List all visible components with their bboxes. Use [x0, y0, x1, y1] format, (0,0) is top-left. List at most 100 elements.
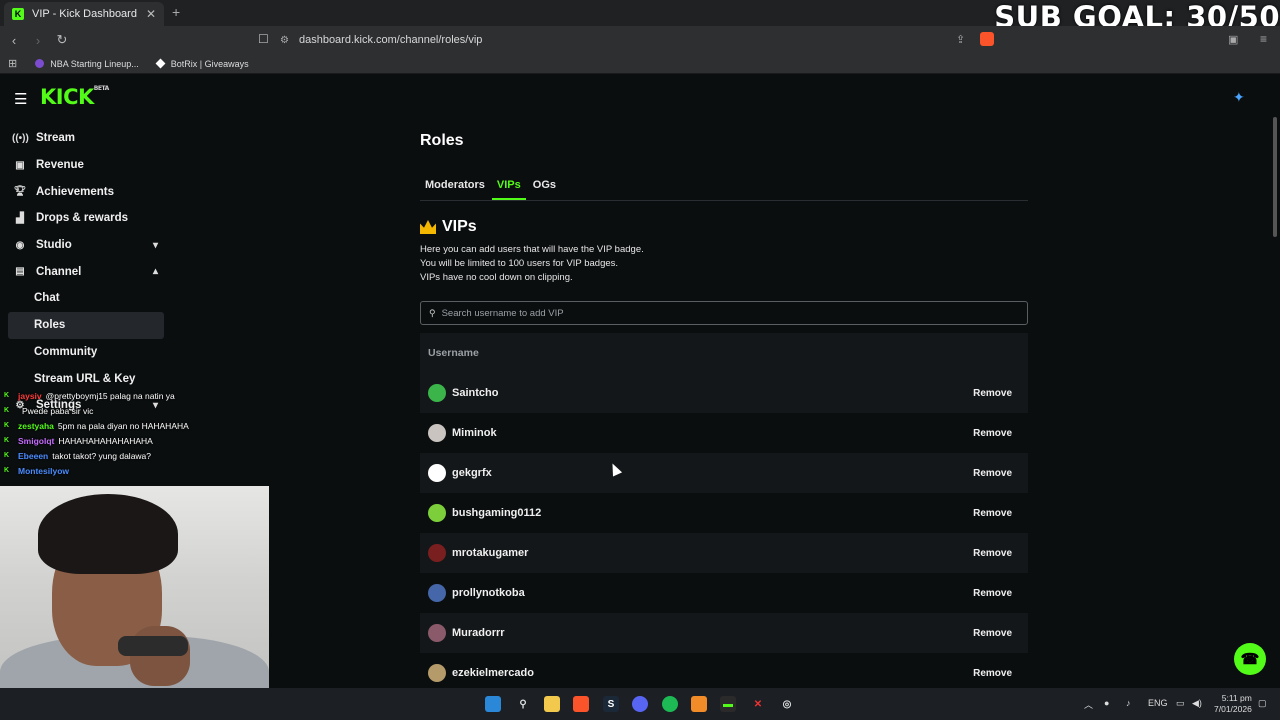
- search-input[interactable]: ⚲ Search username to add VIP: [420, 301, 1028, 325]
- kick-logo[interactable]: KICKBETA: [40, 85, 109, 109]
- app-x-icon[interactable]: ✕: [750, 696, 766, 712]
- mic-icon[interactable]: ♪: [1126, 698, 1131, 708]
- chat-text: @prettyboymj15 palag na natin ya: [45, 390, 175, 401]
- hamburger-menu-icon[interactable]: ☰: [14, 90, 27, 108]
- username[interactable]: Saintcho: [452, 387, 498, 399]
- username[interactable]: gekgrfx: [452, 467, 492, 479]
- search-placeholder: Search username to add VIP: [441, 307, 564, 319]
- network-icon[interactable]: ▭: [1176, 698, 1185, 709]
- nba-bookmark-icon: [35, 59, 45, 68]
- forward-icon[interactable]: ›: [28, 33, 48, 48]
- back-icon[interactable]: ‹: [4, 33, 24, 48]
- remove-button[interactable]: Remove: [965, 423, 1020, 444]
- chat-message: K Pwede paba sir vic: [4, 403, 264, 418]
- sidebar-item-achievements[interactable]: 🏆︎ Achievements: [8, 178, 164, 205]
- file-explorer-icon[interactable]: [544, 696, 560, 712]
- sidebar-toggle-icon[interactable]: ▣: [1228, 33, 1238, 46]
- chat-message: Kzestyaha 5pm na pala diyan no HAHAHAHA: [4, 418, 264, 433]
- tab-moderators[interactable]: Moderators: [420, 173, 490, 200]
- remove-button[interactable]: Remove: [965, 463, 1020, 484]
- sidebar-item-channel[interactable]: ▤ Channel ▴: [8, 258, 164, 285]
- trophy-icon: 🏆︎: [13, 186, 27, 198]
- avatar[interactable]: [428, 384, 446, 402]
- chat-message: K Montesilyow: [4, 463, 264, 478]
- channel-icon: ▤: [15, 266, 25, 278]
- app-icon[interactable]: [691, 696, 707, 712]
- remove-button[interactable]: Remove: [965, 383, 1020, 404]
- system-clock[interactable]: 5:11 pm 7/01/2026: [1214, 693, 1252, 715]
- steam-icon[interactable]: S: [603, 696, 619, 712]
- table-row: bushgaming0112 Remove: [420, 493, 1028, 533]
- url-text: dashboard.kick.com/channel/roles/vip: [298, 34, 483, 46]
- remove-button[interactable]: Remove: [965, 663, 1020, 684]
- obs-icon[interactable]: ◎: [779, 696, 795, 712]
- username[interactable]: prollynotkoba: [452, 587, 525, 599]
- brave-browser-icon[interactable]: [573, 696, 589, 712]
- share-icon[interactable]: ⇪: [956, 33, 965, 46]
- tray-chevron-icon[interactable]: ︿: [1084, 698, 1093, 711]
- spotify-icon[interactable]: [662, 696, 678, 712]
- windows-start-icon[interactable]: [485, 696, 501, 712]
- kick-badge-icon: K: [4, 466, 10, 474]
- tab-vips[interactable]: VIPs: [491, 173, 526, 200]
- sidebar-item-drops[interactable]: ▟ Drops & rewards: [8, 205, 164, 232]
- remove-button[interactable]: Remove: [965, 583, 1020, 604]
- chat-username: Smigolqt: [18, 435, 55, 446]
- volume-icon[interactable]: ◀): [1192, 698, 1202, 709]
- broadcast-icon: ((•)): [12, 132, 29, 144]
- tray-app-icon[interactable]: ●: [1104, 698, 1109, 708]
- remove-button[interactable]: Remove: [965, 503, 1020, 524]
- browser-menu-icon[interactable]: ≡: [1260, 32, 1267, 46]
- bookmark-botrix[interactable]: BotRix | Giveaways: [155, 59, 249, 69]
- tab-ogs[interactable]: OGs: [528, 173, 561, 200]
- terminal-icon[interactable]: ▬: [720, 696, 736, 712]
- avatar[interactable]: [428, 624, 446, 642]
- stream-chat-overlay: Kjaysiv @prettyboymj15 palag na natin ya K…: [4, 388, 264, 478]
- new-tab-icon[interactable]: +: [172, 4, 180, 20]
- avatar[interactable]: [428, 584, 446, 602]
- kick-favicon-icon: K: [12, 8, 24, 20]
- user-avatar[interactable]: ✦: [1233, 89, 1249, 107]
- username[interactable]: mrotakugamer: [452, 547, 528, 559]
- sidebar-item-roles[interactable]: Roles: [8, 311, 164, 339]
- sidebar-item-community[interactable]: Community: [8, 339, 164, 366]
- table-row: mrotakugamer Remove: [420, 533, 1028, 573]
- avatar[interactable]: [428, 544, 446, 562]
- remove-button[interactable]: Remove: [965, 623, 1020, 644]
- remove-button[interactable]: Remove: [965, 543, 1020, 564]
- table-row: Muradorrr Remove: [420, 613, 1028, 653]
- bookmark-icon[interactable]: ☐: [258, 32, 269, 46]
- avatar[interactable]: [428, 464, 446, 482]
- sidebar-item-revenue[interactable]: ▣ Revenue: [8, 152, 164, 179]
- table-row: Miminok Remove: [420, 413, 1028, 453]
- avatar[interactable]: [428, 504, 446, 522]
- tab-close-icon[interactable]: ✕: [146, 7, 156, 21]
- notification-icon[interactable]: ▢: [1258, 698, 1267, 709]
- username[interactable]: ezekielmercado: [452, 667, 534, 679]
- sidebar-item-studio[interactable]: ◉ Studio ▾: [8, 232, 164, 259]
- chevron-down-icon[interactable]: ▾: [153, 240, 158, 251]
- avatar[interactable]: [428, 424, 446, 442]
- sidebar-item-chat[interactable]: Chat: [8, 285, 164, 312]
- scrollbar[interactable]: [1273, 117, 1277, 237]
- avatar[interactable]: [428, 664, 446, 682]
- language-indicator[interactable]: ENG: [1148, 698, 1168, 708]
- username[interactable]: Muradorrr: [452, 627, 505, 639]
- chevron-up-icon[interactable]: ▴: [153, 266, 158, 277]
- username[interactable]: Miminok: [452, 427, 497, 439]
- help-chat-button[interactable]: ☎: [1234, 643, 1266, 675]
- username[interactable]: bushgaming0112: [452, 507, 541, 519]
- reload-icon[interactable]: ↻: [52, 32, 72, 48]
- gift-icon: ▟: [16, 212, 24, 224]
- url-field[interactable]: ⚙ dashboard.kick.com/channel/roles/vip: [280, 30, 1000, 50]
- site-settings-icon[interactable]: ⚙: [280, 35, 289, 46]
- apps-grid-icon[interactable]: ⊞: [8, 57, 17, 70]
- browser-tab[interactable]: K VIP - Kick Dashboard ✕: [4, 2, 164, 26]
- bookmark-nba[interactable]: NBA Starting Lineup...: [35, 59, 139, 69]
- discord-icon[interactable]: [632, 696, 648, 712]
- vip-table: Username Saintcho Remove Miminok Remove gekg…: [420, 333, 1028, 693]
- brave-shield-icon[interactable]: [980, 32, 994, 46]
- chat-message: K Ebeeen takot takot? yung dalawa?: [4, 448, 264, 463]
- sidebar-item-stream[interactable]: ((•)) Stream: [8, 125, 164, 152]
- search-icon[interactable]: ⚲: [515, 696, 531, 712]
